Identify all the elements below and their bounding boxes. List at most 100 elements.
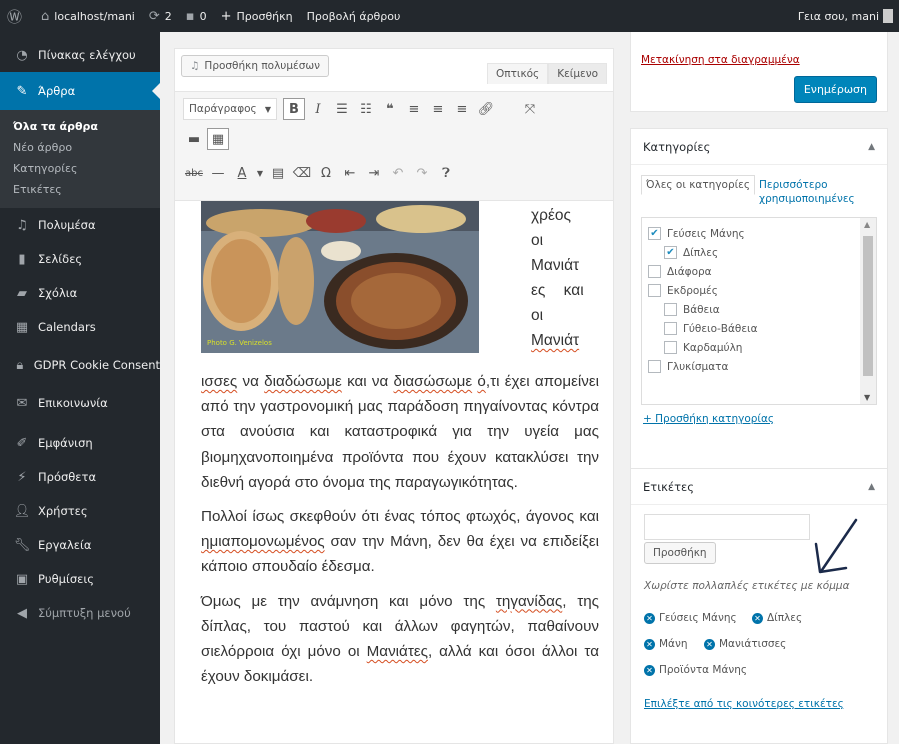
category-checkbox[interactable]: ✔ [664, 246, 677, 259]
menu-pages[interactable]: ▮ Σελίδες [0, 242, 160, 276]
special-character-icon[interactable]: Ω [315, 162, 337, 184]
horizontal-line-icon[interactable]: — [207, 162, 229, 184]
align-center-icon[interactable]: ≡ [427, 98, 449, 120]
blockquote-icon[interactable]: ❝ [379, 98, 401, 120]
scroll-up-icon[interactable]: ▲ [864, 220, 870, 229]
chevron-down-icon[interactable]: ▼ [255, 162, 265, 184]
remove-tag-icon[interactable]: ✕ [704, 638, 715, 650]
remove-tag-icon[interactable]: ✕ [644, 638, 655, 650]
category-item[interactable]: Εκδρομές [648, 281, 876, 300]
category-item[interactable]: Γύθειο-Βάθεια [648, 319, 876, 338]
view-post-link[interactable]: Προβολή άρθρου [300, 0, 408, 32]
wordpress-logo-icon[interactable]: Ⓦ [0, 0, 34, 32]
menu-tools[interactable]: 🔧︎ Εργαλεία [0, 528, 160, 562]
post-editor: ♫ Προσθήκη πολυμέσων Οπτικός Κείμενο Παρά… [174, 48, 614, 744]
category-scrollbar[interactable]: ▲ ▼ [860, 218, 876, 404]
comments-link[interactable]: ▪ 0 [179, 0, 214, 32]
remove-tag-icon[interactable]: ✕ [752, 612, 763, 624]
submenu-tags[interactable]: Ετικέτες [0, 179, 160, 200]
category-label: Βάθεια [683, 303, 720, 316]
update-button[interactable]: Ενημέρωση [793, 76, 877, 103]
new-content-link[interactable]: + Προσθήκη [214, 0, 300, 32]
menu-calendars[interactable]: ▦ Calendars [0, 310, 160, 344]
add-tag-button[interactable]: Προσθήκη [644, 542, 716, 564]
clear-formatting-icon[interactable]: ⌫ [291, 162, 313, 184]
choose-popular-tags-link[interactable]: Επιλέξτε από τις κοινότερες ετικέτες [644, 698, 844, 710]
tab-text[interactable]: Κείμενο [548, 63, 607, 84]
remove-tag-icon[interactable]: ✕ [644, 612, 655, 624]
category-item[interactable]: Καρδαμύλη [648, 338, 876, 357]
text-word: Μανιάτ [531, 257, 580, 274]
read-more-icon[interactable]: ▬ [183, 128, 205, 150]
menu-gdpr-cookie-consent[interactable]: 🔒︎ GDPR Cookie Consent [0, 344, 160, 386]
category-checkbox[interactable] [664, 303, 677, 316]
post-image[interactable]: Photo G. Venizelos [201, 201, 479, 353]
menu-dashboard[interactable]: ◔ Πίνακας ελέγχου [0, 38, 160, 72]
link-icon[interactable]: 🔗︎ [475, 98, 497, 120]
indent-icon[interactable]: ⇥ [363, 162, 385, 184]
category-checkbox[interactable] [648, 265, 661, 278]
move-to-trash-link[interactable]: Μετακίνηση στα διαγραμμένα [641, 54, 800, 66]
collapse-arrow-icon[interactable]: ▲ [868, 482, 875, 492]
align-right-icon[interactable]: ≡ [451, 98, 473, 120]
categories-header[interactable]: Κατηγορίες ▲ [631, 129, 887, 165]
updates-link[interactable]: ⟳ 2 [142, 0, 179, 32]
scroll-thumb[interactable] [863, 236, 873, 376]
align-left-icon[interactable]: ≡ [403, 98, 425, 120]
menu-comments[interactable]: ▰ Σχόλια [0, 276, 160, 310]
tag-input[interactable] [644, 514, 810, 540]
collapse-arrow-icon[interactable]: ▲ [868, 142, 875, 152]
submenu-categories[interactable]: Κατηγορίες [0, 158, 160, 179]
submenu-all-posts[interactable]: Όλα τα άρθρα [0, 116, 160, 137]
remove-tag-icon[interactable]: ✕ [644, 664, 655, 676]
image-caption: Photo G. Venizelos [207, 339, 272, 347]
category-checkbox[interactable] [664, 322, 677, 335]
redo-icon[interactable]: ↷ [411, 162, 433, 184]
menu-settings[interactable]: ▣ Ρυθμίσεις [0, 562, 160, 596]
category-item[interactable]: Γλυκίσματα [648, 357, 876, 376]
numbered-list-icon[interactable]: ☷ [355, 98, 377, 120]
add-category-link[interactable]: + Προσθήκη κατηγορίας [643, 413, 774, 425]
text-color-icon[interactable]: A [231, 162, 253, 184]
paragraph: ισσες να διαδώσωμε και να διασώσωμε ό,τι… [201, 373, 599, 491]
bullet-list-icon[interactable]: ☰ [331, 98, 353, 120]
refresh-icon: ⟳ [148, 8, 160, 24]
menu-posts[interactable]: ✎ Άρθρα [0, 72, 160, 110]
bold-icon[interactable]: B [283, 98, 305, 120]
menu-appearance[interactable]: ✐ Εμφάνιση [0, 426, 160, 460]
category-item[interactable]: Βάθεια [648, 300, 876, 319]
format-select[interactable]: Παράγραφος ▼ [183, 98, 277, 120]
tag-chip: ✕ Γεύσεις Μάνης [644, 612, 737, 624]
category-checkbox[interactable] [648, 284, 661, 297]
category-checkbox[interactable]: ✔ [648, 227, 661, 240]
undo-icon[interactable]: ↶ [387, 162, 409, 184]
menu-users[interactable]: 👤︎ Χρήστες [0, 494, 160, 528]
mail-icon: ✉ [16, 395, 28, 411]
category-item[interactable]: ✔ Δίπλες [648, 243, 876, 262]
category-checkbox[interactable] [648, 360, 661, 373]
add-media-button[interactable]: ♫ Προσθήκη πολυμέσων [181, 55, 330, 77]
category-item[interactable]: Διάφορα [648, 262, 876, 281]
italic-icon[interactable]: I [307, 98, 329, 120]
toolbar-toggle-icon[interactable]: ▦ [207, 128, 229, 150]
menu-contact[interactable]: ✉ Επικοινωνία [0, 386, 160, 420]
menu-media[interactable]: ♫ Πολυμέσα [0, 208, 160, 242]
category-checkbox[interactable] [664, 341, 677, 354]
menu-plugins[interactable]: ⚡︎ Πρόσθετα [0, 460, 160, 494]
category-label: Εκδρομές [667, 284, 718, 297]
help-icon[interactable]: ❓︎ [435, 162, 457, 184]
strikethrough-icon[interactable]: abc [183, 162, 205, 184]
paste-text-icon[interactable]: ▤ [267, 162, 289, 184]
tab-most-used[interactable]: Περισσότερο χρησιμοποιημένες [755, 175, 865, 209]
my-account[interactable]: Γεια σου, mani [798, 9, 899, 23]
tags-header[interactable]: Ετικέτες ▲ [631, 469, 887, 505]
fullscreen-icon[interactable]: ⤧ [519, 98, 541, 120]
site-name-link[interactable]: ⌂ localhost/mani [34, 0, 142, 32]
menu-collapse[interactable]: ◀ Σύμπτυξη μενού [0, 596, 160, 630]
tab-visual[interactable]: Οπτικός [486, 63, 549, 84]
scroll-down-icon[interactable]: ▼ [864, 393, 870, 402]
submenu-new-post[interactable]: Νέο άρθρο [0, 137, 160, 158]
tab-all-categories[interactable]: Όλες οι κατηγορίες [641, 175, 756, 195]
category-item[interactable]: ✔ Γεύσεις Μάνης [648, 224, 876, 243]
outdent-icon[interactable]: ⇤ [339, 162, 361, 184]
